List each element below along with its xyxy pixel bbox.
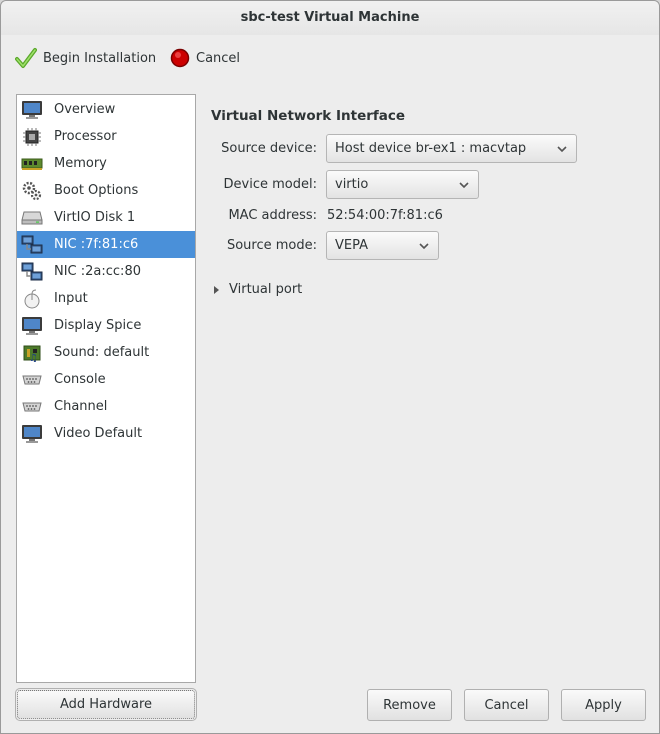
section-title: Virtual Network Interface <box>211 108 406 124</box>
chevron-down-icon <box>419 243 429 250</box>
sidebar-item-label: NIC :2a:cc:80 <box>54 264 141 279</box>
mac-address-label: MAC address: <box>228 208 317 223</box>
remove-label: Remove <box>383 697 436 713</box>
source-device-select[interactable]: Host device br-ex1 : macvtap <box>326 134 577 163</box>
sidebar-item-overview[interactable]: Overview <box>17 96 195 123</box>
sound-card-icon: ♫ <box>21 343 43 363</box>
sidebar-item-label: Overview <box>54 102 116 117</box>
source-device-value: Host device br-ex1 : macvtap <box>335 141 527 156</box>
serial-icon <box>21 397 43 417</box>
memory-icon <box>21 154 43 174</box>
cancel-button[interactable]: Cancel <box>464 689 549 721</box>
source-mode-value: VEPA <box>335 238 369 253</box>
sidebar-item-processor[interactable]: Processor <box>17 123 195 150</box>
apply-button[interactable]: Apply <box>561 689 646 721</box>
disk-icon <box>21 208 43 228</box>
network-icon <box>21 262 43 282</box>
sidebar-item-console[interactable]: Console <box>17 366 195 393</box>
chevron-down-icon <box>459 182 469 189</box>
sidebar-item-label: Display Spice <box>54 318 142 333</box>
serial-icon <box>21 370 43 390</box>
source-mode-select[interactable]: VEPA <box>326 231 439 260</box>
virtual-port-label: Virtual port <box>229 282 303 297</box>
sidebar-item-display-spice[interactable]: Display Spice <box>17 312 195 339</box>
begin-installation-label: Begin Installation <box>43 50 157 66</box>
sidebar-item-nic-2a-cc-80[interactable]: NIC :2a:cc:80 <box>17 258 195 285</box>
device-model-select[interactable]: virtio <box>326 170 479 199</box>
cpu-icon <box>21 127 43 147</box>
hardware-list: Overview Processor Memory Boot Options VirtI… <box>16 94 196 683</box>
sidebar-item-memory[interactable]: Memory <box>17 150 195 177</box>
sidebar-item-input[interactable]: Input <box>17 285 195 312</box>
mouse-icon <box>21 289 43 309</box>
source-device-label: Source device: <box>221 141 317 156</box>
sidebar-item-label: NIC :7f:81:c6 <box>54 237 139 252</box>
virtual-port-expander[interactable]: Virtual port <box>213 282 302 297</box>
sidebar-item-label: Sound: default <box>54 345 150 360</box>
sidebar-item-label: Video Default <box>54 426 143 441</box>
monitor-icon <box>21 316 43 336</box>
sidebar-item-label: Memory <box>54 156 107 171</box>
monitor-icon <box>21 424 43 444</box>
expander-arrow-icon <box>214 285 219 294</box>
add-hardware-button[interactable]: Add Hardware <box>15 688 197 721</box>
gears-icon <box>21 181 43 201</box>
sidebar-item-label: Input <box>54 291 88 306</box>
sidebar-item-label: Channel <box>54 399 108 414</box>
cancel-install-button[interactable]: Cancel <box>170 45 240 71</box>
mac-address-value: 52:54:00:7f:81:c6 <box>327 208 443 223</box>
cancel-label: Cancel <box>484 697 529 713</box>
vm-details-window: sbc-test Virtual Machine Begin Installat… <box>0 0 660 734</box>
sidebar-item-label: VirtIO Disk 1 <box>54 210 136 225</box>
checkmark-icon <box>15 48 37 68</box>
sidebar-item-virtio-disk-1[interactable]: VirtIO Disk 1 <box>17 204 195 231</box>
chevron-down-icon <box>557 146 567 153</box>
sidebar-item-channel[interactable]: Channel <box>17 393 195 420</box>
sidebar-item-label: Console <box>54 372 106 387</box>
add-hardware-label: Add Hardware <box>59 697 153 712</box>
stop-icon <box>170 48 190 68</box>
remove-button[interactable]: Remove <box>367 689 452 721</box>
device-model-label: Device model: <box>223 177 317 192</box>
sidebar-item-label: Boot Options <box>54 183 139 198</box>
source-mode-label: Source mode: <box>226 238 317 253</box>
sidebar-item-sound-default[interactable]: ♫ Sound: default <box>17 339 195 366</box>
apply-label: Apply <box>585 697 622 713</box>
network-icon <box>21 235 43 255</box>
sidebar-item-label: Processor <box>54 129 117 144</box>
svg-text:♫: ♫ <box>29 353 38 363</box>
sidebar-item-video-default[interactable]: Video Default <box>17 420 195 447</box>
monitor-icon <box>21 100 43 120</box>
begin-installation-button[interactable]: Begin Installation <box>15 45 156 71</box>
sidebar-item-boot-options[interactable]: Boot Options <box>17 177 195 204</box>
device-model-value: virtio <box>335 177 369 192</box>
window-title: sbc-test Virtual Machine <box>1 1 659 35</box>
sidebar-item-nic-7f-81-c6[interactable]: NIC :7f:81:c6 <box>17 231 195 258</box>
cancel-install-label: Cancel <box>196 50 241 66</box>
